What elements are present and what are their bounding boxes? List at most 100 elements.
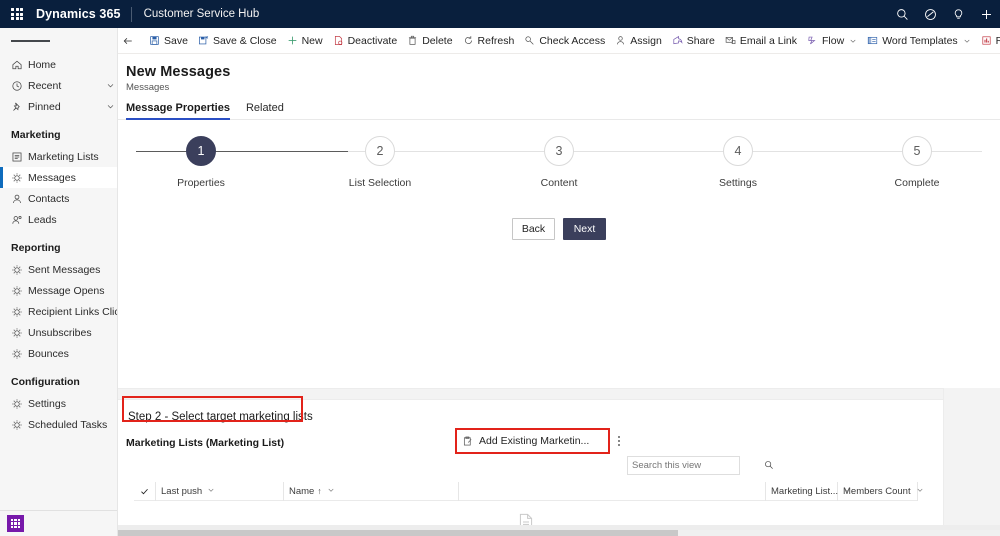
- main-content-area: Save Save & Close New Deactivate Delete …: [118, 28, 1000, 536]
- sidebar-item-pinned[interactable]: Pinned: [0, 96, 117, 117]
- assign-button[interactable]: Assign: [610, 29, 667, 53]
- wizard-stepper: 1 Properties 2 List Selection 3 Content …: [118, 136, 1000, 212]
- sidebar-item-sent-messages[interactable]: Sent Messages: [0, 259, 117, 280]
- home-icon: [11, 59, 28, 71]
- refresh-icon: [463, 35, 474, 46]
- sidebar-item-label: Contacts: [28, 192, 70, 205]
- search-input[interactable]: [632, 460, 764, 471]
- run-report-button-label: Run Report: [995, 34, 1000, 47]
- sidebar-item-settings[interactable]: Settings: [0, 393, 117, 414]
- assign-button-label: Assign: [630, 34, 662, 47]
- sidebar-item-message-opens[interactable]: Message Opens: [0, 280, 117, 301]
- step-label: Complete: [894, 177, 940, 189]
- delete-button[interactable]: Delete: [402, 29, 457, 53]
- deactivate-button[interactable]: Deactivate: [328, 29, 403, 53]
- column-header-last-push[interactable]: Last push: [156, 481, 284, 501]
- refresh-button[interactable]: Refresh: [458, 29, 520, 53]
- wizard-step-2[interactable]: 2 List Selection: [315, 136, 445, 189]
- check-access-button[interactable]: Check Access: [519, 29, 610, 53]
- save-button[interactable]: Save: [144, 29, 193, 53]
- step-number: 1: [186, 136, 216, 166]
- new-button[interactable]: New: [282, 29, 328, 53]
- sidebar-group-title-marketing: Marketing: [11, 129, 61, 141]
- sidebar-item-scheduled-tasks[interactable]: Scheduled Tasks: [0, 414, 117, 435]
- section-title: Step 2 - Select target marketing lists: [128, 411, 313, 423]
- sidebar-item-home[interactable]: Home: [0, 54, 117, 75]
- app-switcher-label: [30, 518, 33, 529]
- top-navigation-bar: Dynamics 365 Customer Service Hub: [0, 0, 1000, 28]
- sidebar-item-leads[interactable]: Leads: [0, 209, 117, 230]
- stepper-track: 1 Properties 2 List Selection 3 Content …: [136, 136, 982, 189]
- share-button[interactable]: Share: [667, 29, 720, 53]
- wizard-step-3[interactable]: 3 Content: [494, 136, 624, 189]
- horizontal-scrollbar[interactable]: [118, 530, 1000, 536]
- section-separator-band: [118, 388, 1000, 400]
- tab-label: Related: [245, 102, 284, 114]
- sidebar-item-messages[interactable]: Messages: [0, 167, 117, 188]
- chevron-down-icon[interactable]: [963, 37, 971, 45]
- word-icon: [867, 35, 878, 46]
- section-header: Step 2 - Select target marketing lists: [118, 400, 1000, 425]
- lightbulb-icon[interactable]: [944, 0, 972, 28]
- chevron-down-icon[interactable]: [103, 81, 117, 90]
- filter-circle-icon[interactable]: [916, 0, 944, 28]
- run-report-button[interactable]: Run Report: [976, 29, 1000, 53]
- scrollbar-thumb[interactable]: [118, 530, 678, 536]
- wizard-step-1[interactable]: 1 Properties: [136, 136, 266, 189]
- sidebar-item-label: Settings: [28, 397, 66, 410]
- entity-icon: [11, 419, 28, 431]
- sidebar-item-recipient-links-clicked[interactable]: Recipient Links Clicked: [0, 301, 117, 322]
- sidebar-item-unsubscribes[interactable]: Unsubscribes: [0, 322, 117, 343]
- check-access-button-label: Check Access: [539, 34, 606, 47]
- column-label: Last push: [161, 485, 203, 497]
- wizard-step-5[interactable]: 5 Complete: [852, 136, 982, 189]
- sidebar-item-label: Sent Messages: [28, 263, 101, 276]
- entity-icon: [11, 327, 28, 339]
- word-templates-button[interactable]: Word Templates: [862, 29, 975, 53]
- back-button[interactable]: Back: [512, 218, 555, 240]
- back-arrow-icon[interactable]: [122, 29, 134, 53]
- chevron-down-icon[interactable]: [849, 37, 857, 45]
- next-button[interactable]: Next: [563, 218, 606, 240]
- select-all-checkbox[interactable]: [134, 481, 156, 501]
- chevron-down-icon[interactable]: [916, 486, 924, 497]
- step-number: 5: [902, 136, 932, 166]
- save-icon: [149, 35, 160, 46]
- app-switcher[interactable]: [0, 510, 117, 536]
- search-icon[interactable]: [888, 0, 916, 28]
- tab-related[interactable]: Related: [246, 102, 284, 119]
- column-label: Marketing List...: [771, 485, 839, 497]
- search-this-view-box[interactable]: [627, 456, 773, 475]
- chevron-down-icon[interactable]: [103, 102, 117, 111]
- column-header-name[interactable]: Name ↑: [284, 481, 459, 501]
- flow-button[interactable]: Flow: [802, 29, 862, 53]
- chevron-down-icon[interactable]: [327, 486, 335, 497]
- tab-message-properties[interactable]: Message Properties: [126, 102, 230, 120]
- sidebar-item-bounces[interactable]: Bounces: [0, 343, 117, 364]
- email-a-link-button[interactable]: Email a Link: [720, 29, 802, 53]
- step-number: 4: [723, 136, 753, 166]
- entity-icon: [11, 348, 28, 360]
- sidebar-item-recent[interactable]: Recent: [0, 75, 117, 96]
- sidebar-item-contacts[interactable]: Contacts: [0, 188, 117, 209]
- add-icon[interactable]: [972, 0, 1000, 28]
- add-existing-marketing-list-button[interactable]: Add Existing Marketin...: [458, 435, 593, 447]
- sidebar-item-label: Pinned: [28, 100, 61, 113]
- sitemap-toggle-button[interactable]: [0, 28, 117, 54]
- list-icon: [11, 151, 28, 163]
- lead-icon: [11, 214, 28, 226]
- column-header-marketing-list[interactable]: Marketing List...: [766, 481, 850, 501]
- chevron-down-icon[interactable]: [207, 486, 215, 497]
- sidebar-item-label: Recent: [28, 79, 62, 92]
- app-launcher-button[interactable]: [0, 0, 34, 28]
- sidebar-item-marketing-lists[interactable]: Marketing Lists: [0, 146, 117, 167]
- save-and-close-button[interactable]: Save & Close: [193, 29, 282, 53]
- message-icon: [11, 172, 28, 184]
- wizard-step-4[interactable]: 4 Settings: [673, 136, 803, 189]
- add-existing-icon: [462, 436, 473, 447]
- search-icon[interactable]: [764, 459, 774, 473]
- overflow-menu-icon[interactable]: [611, 432, 627, 450]
- entity-icon: [11, 398, 28, 410]
- step-two-section: Step 2 - Select target marketing lists M…: [118, 388, 1000, 536]
- chevron-down-icon[interactable]: [843, 486, 851, 497]
